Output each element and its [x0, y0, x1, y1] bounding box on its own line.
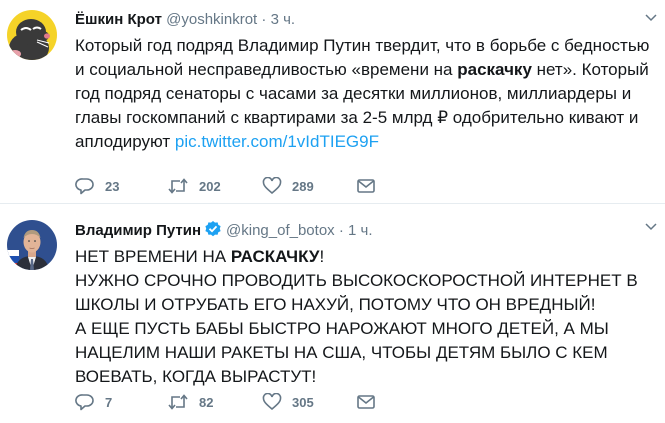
- avatar-person[interactable]: [7, 220, 57, 270]
- tweet-paragraph: А ЕЩЕ ПУСТЬ БАБЫ БЫСТРО НАРОЖАЮТ МНОГО Д…: [75, 319, 609, 386]
- tweet[interactable]: Ёшкин Крот @yoshkinkrot · 3 ч. Который г…: [0, 0, 665, 205]
- tweet-divider: [0, 203, 665, 204]
- reply-icon: [75, 394, 94, 411]
- separator-dot: ·: [261, 11, 267, 28]
- media-link[interactable]: pic.twitter.com/1vIdTIEG9F: [175, 132, 379, 151]
- author-handle[interactable]: @yoshkinkrot: [166, 11, 257, 28]
- like-count: 289: [292, 178, 314, 194]
- reply-button[interactable]: 23: [75, 176, 119, 196]
- direct-message-button[interactable]: [357, 176, 375, 196]
- chevron-down-icon[interactable]: [645, 12, 657, 24]
- tweet-header: Владимир Путин @king_of_botox · 1 ч.: [75, 220, 373, 241]
- retweet-button[interactable]: 202: [167, 176, 221, 196]
- tweet[interactable]: Владимир Путин @king_of_botox · 1 ч. НЕТ …: [0, 205, 665, 423]
- like-count: 305: [292, 394, 314, 410]
- tweet-text-bold: раскачку: [457, 60, 532, 79]
- reply-count: 23: [105, 178, 120, 194]
- chevron-down-icon[interactable]: [645, 221, 657, 233]
- verified-badge-icon: [205, 221, 221, 237]
- tweet-text-part: НЕТ ВРЕМЕНИ НА: [75, 247, 231, 266]
- author-name[interactable]: Владимир Путин: [75, 222, 201, 239]
- retweet-count: 82: [199, 394, 214, 410]
- envelope-icon: [357, 395, 375, 409]
- reply-button[interactable]: 7: [75, 392, 112, 412]
- reply-count: 7: [105, 394, 113, 410]
- tweet-timestamp[interactable]: 3 ч.: [271, 11, 296, 28]
- retweet-button[interactable]: 82: [167, 392, 213, 412]
- author-name[interactable]: Ёшкин Крот: [75, 11, 162, 28]
- envelope-icon: [357, 179, 375, 193]
- author-handle[interactable]: @king_of_botox: [226, 222, 335, 239]
- retweet-icon: [168, 394, 188, 410]
- person-avatar-icon: [7, 220, 57, 270]
- tweet-text: НЕТ ВРЕМЕНИ НА РАСКАЧКУ! НУЖНО СРОЧНО ПР…: [75, 245, 660, 389]
- heart-icon: [262, 177, 282, 195]
- reply-icon: [75, 178, 94, 195]
- avatar-mole[interactable]: [7, 10, 57, 60]
- tweet-timestamp[interactable]: 1 ч.: [348, 222, 373, 239]
- tweet-text-part: !: [319, 247, 325, 266]
- tweet-line: НЕТ ВРЕМЕНИ НА РАСКАЧКУ!: [75, 245, 660, 269]
- like-button[interactable]: 305: [262, 392, 314, 412]
- mole-avatar-icon: [7, 10, 57, 60]
- tweet-text-bold: РАСКАЧКУ: [230, 247, 320, 266]
- tweet-paragraph: НУЖНО СРОЧНО ПРОВОДИТЬ ВЫСОКОСКОРОСТНОЙ …: [75, 271, 638, 314]
- separator-dot: ·: [338, 222, 344, 239]
- tweet-text: Который год подряд Владимир Путин тверди…: [75, 34, 660, 154]
- tweet-header: Ёшкин Крот @yoshkinkrot · 3 ч.: [75, 10, 295, 30]
- retweet-count: 202: [199, 178, 221, 194]
- like-button[interactable]: 289: [262, 176, 314, 196]
- direct-message-button[interactable]: [357, 392, 375, 412]
- heart-icon: [262, 393, 282, 411]
- retweet-icon: [168, 178, 188, 194]
